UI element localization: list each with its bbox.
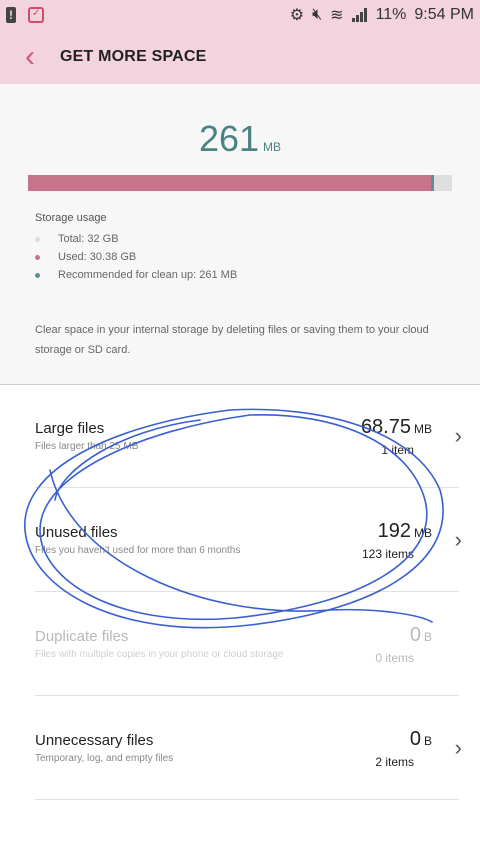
legend-used: Used: 30.38 GB: [35, 248, 237, 266]
content: 261 MB Storage usage Total: 32 GB Used: 3…: [0, 84, 480, 853]
item-subtitle: Files with multiple copies in your phone…: [35, 649, 284, 660]
item-subtitle: Files you haven't used for more than 6 m…: [35, 545, 241, 556]
legend-dot-recommended: [35, 272, 40, 278]
mute-icon: 🔇︎: [312, 6, 323, 23]
clean-up-size: 261 MB: [0, 118, 480, 160]
item-size-unit: B: [423, 734, 432, 748]
item-title: Duplicate files: [35, 628, 129, 645]
legend-dot-total: [35, 236, 40, 242]
item-count: 123 items: [361, 547, 414, 561]
clean-up-size-unit: MB: [263, 140, 282, 154]
back-button[interactable]: ‹: [0, 30, 60, 84]
signal-icon: [351, 8, 368, 22]
item-size-value: 192: [377, 520, 411, 542]
list-separator: [35, 487, 459, 488]
legend-total: Total: 32 GB: [35, 230, 237, 248]
item-subtitle: Temporary, log, and empty files: [35, 753, 174, 764]
item-size-value: 0: [409, 624, 421, 646]
status-time: 9:54 PM: [414, 6, 474, 23]
legend-dot-used: [35, 254, 40, 260]
clean-up-size-value: 261: [198, 118, 260, 159]
item-size-value: 0: [409, 728, 421, 750]
item-size-value: 68.75: [360, 416, 411, 438]
item-subtitle: Files larger than 25 MB: [35, 441, 139, 452]
chevron-right-icon: ›: [454, 423, 462, 448]
app-bar: ‹ GET MORE SPACE: [0, 30, 480, 84]
storage-usage-legend: Storage usage Total: 32 GB Used: 30.38 G…: [35, 212, 237, 284]
item-size-unit: MB: [414, 422, 432, 436]
legend-recommended-label: Recommended for clean up: 261 MB: [58, 269, 238, 281]
item-size: 0B: [410, 728, 432, 751]
item-size: 68.75 MB: [361, 416, 432, 439]
list-item-duplicate-files: Duplicate files Files with multiple copi…: [0, 593, 480, 697]
list-item-unused-files[interactable]: Unused files Files you haven't used for …: [0, 489, 480, 593]
status-bar: ⚙ 🔇︎ ≋ 11% 9:54 PM: [0, 0, 480, 30]
sync-icon: ⚙: [289, 7, 305, 24]
storage-bar-used: [28, 175, 431, 191]
legend-total-label: Total: 32 GB: [58, 233, 119, 245]
list-separator: [35, 799, 459, 800]
item-title: Large files: [35, 420, 105, 437]
list-item-unnecessary-files[interactable]: Unnecessary files Temporary, log, and em…: [0, 697, 480, 801]
legend-used-label: Used: 30.38 GB: [58, 251, 137, 263]
wifi-icon: ≋: [330, 7, 344, 24]
page-title: GET MORE SPACE: [60, 48, 207, 65]
battery-percentage: 11%: [375, 6, 407, 23]
item-title: Unnecessary files: [35, 732, 154, 749]
storage-bar-clean: [431, 175, 434, 191]
item-count: 2 items: [375, 755, 414, 769]
list-item-large-files[interactable]: Large files Files larger than 25 MB 68.7…: [0, 385, 480, 489]
chevron-right-icon: ›: [454, 735, 462, 760]
legend-recommended: Recommended for clean up: 261 MB: [35, 266, 237, 284]
item-size-unit: MB: [414, 526, 432, 540]
storage-usage-title: Storage usage: [35, 212, 107, 224]
storage-bar: [28, 175, 452, 191]
item-size-unit: B: [423, 630, 432, 644]
description-text: Clear space in your internal storage by …: [35, 324, 429, 356]
item-title: Unused files: [35, 524, 118, 541]
item-size: 192 MB: [378, 520, 432, 543]
list-separator: [35, 695, 459, 696]
chevron-right-icon: ›: [454, 527, 462, 552]
list-separator: [35, 591, 459, 592]
chevron-left-icon: ‹: [25, 40, 35, 73]
item-count: 0 items: [375, 651, 414, 665]
alert-notification-icon: [6, 7, 16, 23]
item-size: 0B: [410, 624, 432, 647]
calendar-notification-icon: [28, 7, 44, 23]
item-count: 1 item: [381, 443, 414, 457]
